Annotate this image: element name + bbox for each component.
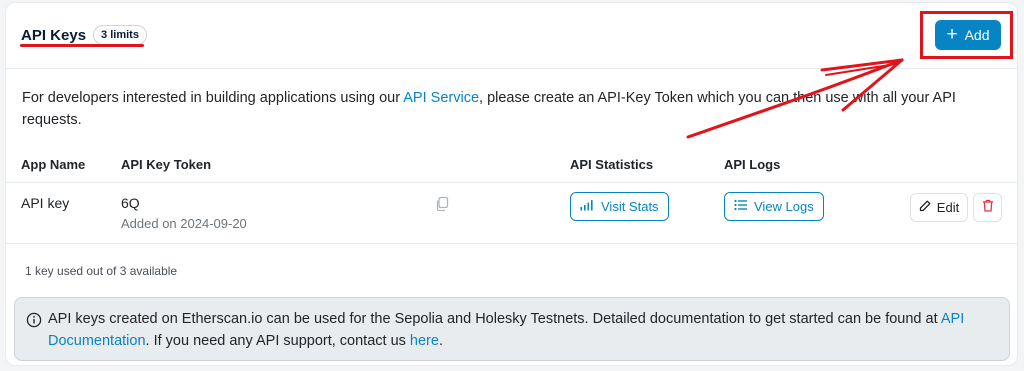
support-here-link[interactable]: here xyxy=(410,333,439,349)
annotation-highlight-box xyxy=(920,11,1013,59)
list-icon xyxy=(734,199,747,214)
table-row-divider xyxy=(6,243,1017,244)
copy-icon[interactable] xyxy=(434,196,450,212)
api-key-token: 6Q xyxy=(121,195,140,211)
bar-chart-icon xyxy=(580,199,594,214)
column-header-api-key-token: API Key Token xyxy=(121,157,212,172)
annotation-underline xyxy=(20,44,144,47)
edit-button[interactable]: Edit xyxy=(910,193,968,222)
usage-text: 1 key used out of 3 available xyxy=(25,264,178,278)
description: For developers interested in building ap… xyxy=(22,87,982,131)
limit-badge: 3 limits xyxy=(93,25,147,45)
info-text-3: . xyxy=(438,333,443,349)
api-keys-card: API Keys 3 limits + Add For developers i… xyxy=(5,2,1018,366)
app-name-cell: API key xyxy=(21,195,70,211)
view-logs-button[interactable]: View Logs xyxy=(724,192,824,221)
card-header: API Keys 3 limits + Add xyxy=(6,3,1017,69)
info-alert: API keys created on Etherscan.io can be … xyxy=(14,297,1010,361)
table-header-divider xyxy=(6,182,1017,183)
api-service-link[interactable]: API Service xyxy=(403,90,479,106)
visit-stats-label: Visit Stats xyxy=(601,199,659,214)
column-header-api-logs: API Logs xyxy=(724,157,781,172)
added-date: Added on 2024-09-20 xyxy=(121,216,247,231)
view-logs-label: View Logs xyxy=(754,199,814,214)
visit-stats-button[interactable]: Visit Stats xyxy=(570,192,669,221)
pencil-icon xyxy=(919,200,931,215)
column-header-api-statistics: API Statistics xyxy=(570,157,654,172)
page-title: API Keys xyxy=(21,26,87,44)
title-group: API Keys 3 limits xyxy=(21,25,147,45)
info-text-1: API keys created on Etherscan.io can be … xyxy=(48,311,941,327)
delete-button[interactable] xyxy=(973,193,1002,222)
trash-icon xyxy=(982,199,994,217)
column-header-app-name: App Name xyxy=(21,157,86,172)
info-text: API keys created on Etherscan.io can be … xyxy=(48,308,993,352)
edit-label: Edit xyxy=(936,200,960,215)
description-text-before: For developers interested in building ap… xyxy=(22,90,404,106)
info-text-2: . If you need any API support, contact u… xyxy=(145,333,410,349)
info-circle-icon xyxy=(26,312,42,328)
